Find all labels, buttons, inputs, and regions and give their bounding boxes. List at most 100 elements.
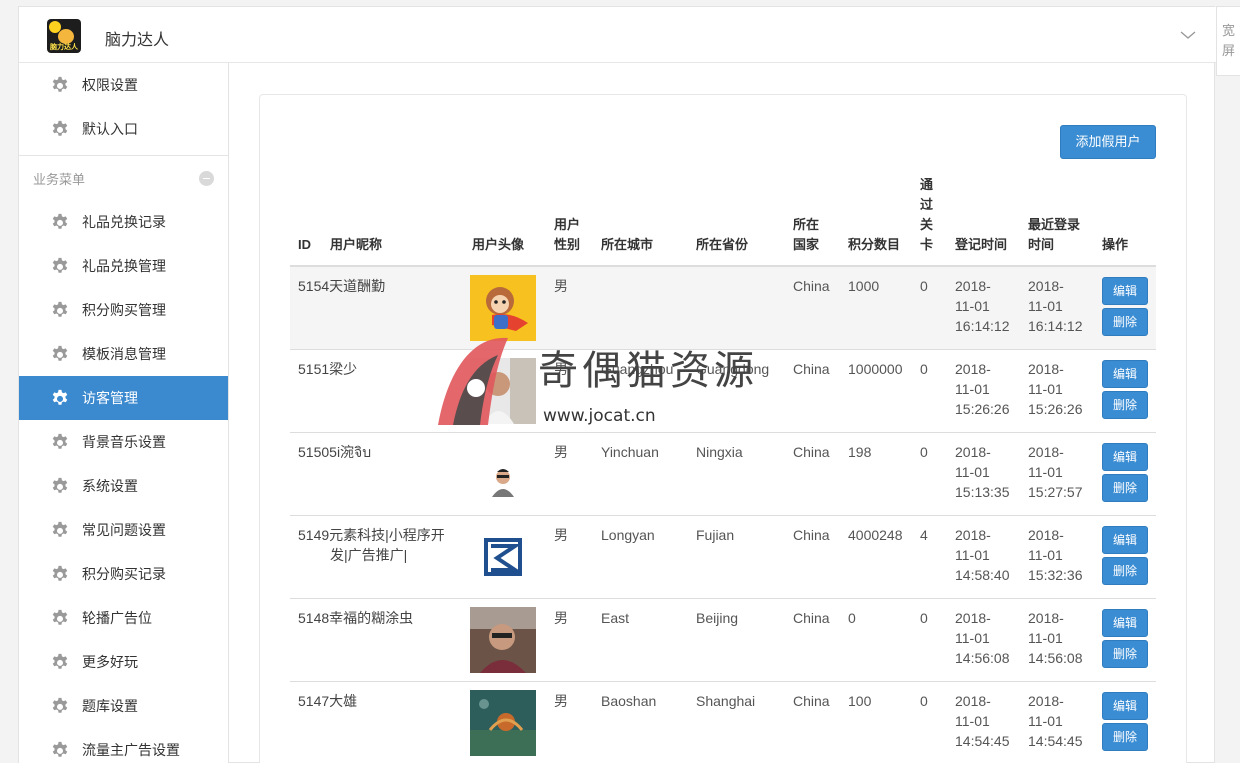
- collapse-icon[interactable]: [199, 170, 214, 186]
- cell-province: Guangdong: [688, 348, 785, 432]
- sidebar-item-label: 系统设置: [82, 478, 138, 494]
- sidebar-item-label: 题库设置: [82, 698, 138, 714]
- avatar: [470, 689, 536, 756]
- edit-button[interactable]: 编辑: [1102, 691, 1148, 720]
- sidebar-group-business[interactable]: 业务菜单: [19, 156, 228, 200]
- cell-pass: 0: [912, 597, 947, 681]
- sidebar-item-1[interactable]: 礼品兑换记录: [19, 200, 228, 244]
- sidebar-item-7[interactable]: 系统设置: [19, 464, 228, 508]
- cell-nick: 天道酬勤: [329, 278, 386, 294]
- cell-nick: 幸福的糊涂虫: [329, 609, 414, 626]
- chevron-down-icon[interactable]: [1178, 25, 1198, 45]
- sidebar-item-label: 流量主广告设置: [82, 742, 180, 758]
- edit-button[interactable]: 编辑: [1102, 525, 1148, 554]
- sidebar-item-10[interactable]: 轮播广告位: [19, 596, 228, 640]
- delete-button[interactable]: 删除: [1102, 390, 1148, 419]
- gear-icon: [49, 475, 71, 497]
- sidebar-item-5[interactable]: 访客管理: [19, 376, 228, 420]
- cell-id: 5149: [298, 526, 330, 543]
- cell-ops: 编辑 删除: [1094, 265, 1156, 349]
- sidebar-item-13[interactable]: 流量主广告设置: [19, 728, 228, 763]
- col-country: 所在 国家: [785, 175, 840, 267]
- gear-icon: [49, 607, 71, 629]
- sidebar-item-3[interactable]: 积分购买管理: [19, 288, 228, 332]
- sidebar-item-8[interactable]: 常见问题设置: [19, 508, 228, 552]
- cell-gender: 男: [546, 348, 593, 432]
- cell-country: China: [785, 431, 840, 515]
- gear-icon: [49, 431, 71, 453]
- col-register-time: 登记时间: [947, 175, 1020, 267]
- cell-ops: 编辑 删除: [1094, 680, 1156, 763]
- cell-last-login: 2018- 11-01 15:26:26: [1020, 348, 1094, 432]
- col-points: 积分数目: [840, 175, 912, 267]
- users-table: ID 用户昵称 用户头像 用户 性别 所在城市 所在省份 所在 国家 积分数目 通过…: [290, 175, 1156, 763]
- gear-icon: [49, 563, 71, 585]
- edit-button[interactable]: 编辑: [1102, 359, 1148, 388]
- cell-register-time: 2018- 11-01 16:14:12: [947, 265, 1020, 349]
- col-last-login: 最近登录 时间: [1020, 175, 1094, 267]
- col-province: 所在省份: [688, 175, 785, 267]
- gear-icon: [49, 255, 71, 277]
- cell-id: 5147: [298, 692, 330, 709]
- cell-nick: 梁少: [329, 360, 358, 377]
- cell-ops: 编辑 删除: [1094, 431, 1156, 515]
- edit-button[interactable]: 编辑: [1102, 442, 1148, 471]
- cell-last-login: 2018- 11-01 15:32:36: [1020, 514, 1094, 598]
- sidebar-item-label: 访客管理: [82, 390, 138, 406]
- col-ops: 操作: [1094, 175, 1156, 267]
- cell-register-time: 2018- 11-01 15:26:26: [947, 348, 1020, 432]
- cell-country: China: [785, 680, 840, 763]
- sidebar-item-6[interactable]: 背景音乐设置: [19, 420, 228, 464]
- add-fake-user-button[interactable]: 添加假用户: [1060, 125, 1156, 159]
- avatar: [470, 523, 536, 590]
- cell-pass: 0: [912, 431, 947, 515]
- cell-city: East: [593, 597, 688, 681]
- sidebar-item-12[interactable]: 题库设置: [19, 684, 228, 728]
- delete-button[interactable]: 删除: [1102, 556, 1148, 585]
- cell-gender: 男: [546, 514, 593, 598]
- sidebar-item-2[interactable]: 礼品兑换管理: [19, 244, 228, 288]
- gear-icon: [49, 387, 71, 409]
- cell-nick-cont: 发|广告推广|: [330, 546, 408, 563]
- cell-id-nick: 5154天道酬勤: [290, 265, 464, 349]
- cell-id-nick: 51505i涴จิบ: [290, 431, 464, 515]
- sidebar-item-label: 礼品兑换管理: [82, 258, 166, 274]
- sidebar-item-label: 礼品兑换记录: [82, 214, 166, 230]
- sidebar-item-11[interactable]: 更多好玩: [19, 640, 228, 684]
- sidebar-item-4[interactable]: 模板消息管理: [19, 332, 228, 376]
- cell-ops: 编辑 删除: [1094, 597, 1156, 681]
- sidebar-item-9[interactable]: 积分购买记录: [19, 552, 228, 596]
- delete-button[interactable]: 删除: [1102, 308, 1148, 336]
- sidebar-item-default-entry[interactable]: 默认入口: [19, 107, 228, 151]
- cell-last-login: 2018- 11-01 15:27:57: [1020, 431, 1094, 515]
- gear-icon: [49, 343, 71, 365]
- gear-icon: [49, 299, 71, 321]
- cell-avatar: [464, 680, 546, 763]
- gear-icon: [49, 74, 71, 96]
- col-pass: 通过关卡: [912, 175, 947, 267]
- avatar: [470, 440, 536, 507]
- delete-button[interactable]: 删除: [1102, 473, 1148, 502]
- sidebar-item-permissions[interactable]: 权限设置: [19, 63, 228, 107]
- cell-province: Beijing: [688, 597, 785, 681]
- edit-button[interactable]: 编辑: [1102, 277, 1148, 305]
- cell-city: Longyan: [593, 514, 688, 598]
- delete-button[interactable]: 删除: [1102, 639, 1148, 668]
- cell-nick: 元素科技|小程序开: [329, 526, 445, 543]
- gear-icon: [49, 519, 71, 541]
- cell-pass: 0: [912, 348, 947, 432]
- cell-register-time: 2018- 11-01 14:58:40: [947, 514, 1020, 598]
- table-header-row: ID 用户昵称 用户头像 用户 性别 所在城市 所在省份 所在 国家 积分数目 通过…: [290, 175, 1156, 267]
- visitor-panel: 添加假用户 ID 用户昵称 用户头像 用户 性别 所在城市 所在省份 所在 国家 积…: [259, 94, 1187, 763]
- cell-id-nick: 5151梁少: [290, 348, 464, 432]
- table-row: 5151梁少男 Guangzhou Guangdong China 1000000 0 20…: [290, 348, 1156, 432]
- cell-id-nick: 5148幸福的糊涂虫: [290, 597, 464, 681]
- cell-points: 198: [840, 431, 912, 515]
- delete-button[interactable]: 删除: [1102, 722, 1148, 751]
- edit-button[interactable]: 编辑: [1102, 608, 1148, 637]
- cell-points: 1000: [840, 265, 912, 349]
- cell-register-time: 2018- 11-01 14:56:08: [947, 597, 1020, 681]
- sidebar-item-label: 权限设置: [82, 77, 138, 93]
- cell-last-login: 2018- 11-01 14:54:45: [1020, 680, 1094, 763]
- wide-screen-toggle[interactable]: 宽屏: [1216, 6, 1240, 76]
